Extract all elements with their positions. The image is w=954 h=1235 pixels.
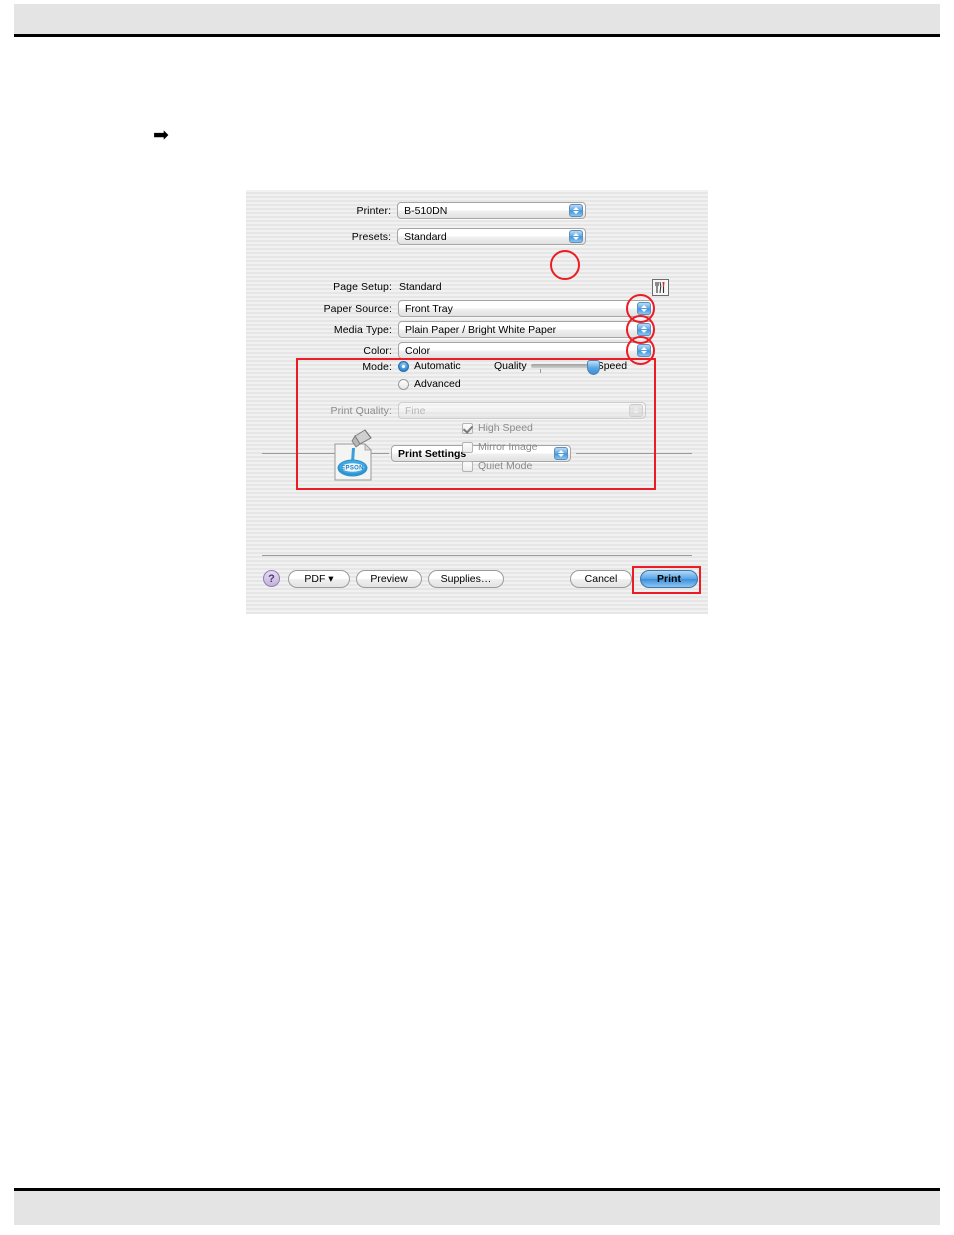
print-button[interactable]: Print xyxy=(640,570,698,588)
printer-row: Printer: B-510DN xyxy=(246,202,586,219)
mode-row: Mode: xyxy=(246,361,406,373)
printer-utility-glyph xyxy=(655,281,665,294)
pdf-button-label: PDF ▾ xyxy=(304,573,334,585)
arrow-bullet-icon: ➡ xyxy=(153,125,169,146)
slider-speed-label: Speed xyxy=(596,360,628,372)
print-quality-popup-arrows-icon[interactable] xyxy=(629,404,643,417)
media-type-row: Media Type: Plain Paper / Bright White P… xyxy=(246,321,656,338)
quiet-mode-checkbox[interactable] xyxy=(462,460,473,472)
print-quality-row: Print Quality: Fine xyxy=(246,402,656,419)
mode-label: Mode: xyxy=(362,361,392,373)
epson-ink-icon: EPSON xyxy=(325,428,381,483)
mode-advanced-option[interactable]: Advanced xyxy=(398,378,461,390)
presets-row: Presets: Standard xyxy=(246,228,586,245)
high-speed-label: High Speed xyxy=(478,422,533,434)
color-row: Color: Color xyxy=(246,342,656,359)
mirror-image-checkbox[interactable] xyxy=(462,441,473,453)
pane-popup-arrows-icon[interactable] xyxy=(554,447,568,460)
print-quality-value: Fine xyxy=(405,404,426,417)
epson-ink-glyph: EPSON xyxy=(334,429,372,481)
slider-quality-label: Quality xyxy=(494,360,527,372)
color-popup[interactable]: Color xyxy=(398,342,654,359)
page-setup-row: Page Setup: Standard xyxy=(246,281,586,293)
help-button[interactable]: ? xyxy=(263,570,280,587)
paper-source-label: Paper Source: xyxy=(323,302,392,315)
svg-text:EPSON: EPSON xyxy=(341,466,364,472)
high-speed-checkbox[interactable] xyxy=(462,422,473,434)
cancel-button-label: Cancel xyxy=(584,573,618,585)
pdf-button[interactable]: PDF ▾ xyxy=(288,570,350,588)
media-type-value: Plain Paper / Bright White Paper xyxy=(405,323,557,336)
mode-advanced-label: Advanced xyxy=(414,378,461,390)
print-quality-label: Print Quality: xyxy=(330,404,392,417)
slider-tick xyxy=(539,369,541,373)
quality-speed-slider[interactable]: Quality Speed xyxy=(494,360,628,375)
supplies-button[interactable]: Supplies… xyxy=(428,570,504,588)
page-footer-band xyxy=(14,1188,940,1225)
printer-popup-arrows-icon[interactable] xyxy=(569,204,583,217)
high-speed-checkbox-row[interactable]: High Speed xyxy=(462,422,533,434)
supplies-button-label: Supplies… xyxy=(440,573,492,585)
media-type-popup-arrows-icon[interactable] xyxy=(637,323,651,336)
footer-separator xyxy=(262,555,692,556)
paper-source-popup[interactable]: Front Tray xyxy=(398,300,654,317)
paper-source-row: Paper Source: Front Tray xyxy=(246,300,656,317)
page-setup-value: Standard xyxy=(399,281,442,293)
preview-button-label: Preview xyxy=(370,573,408,585)
paper-source-popup-arrows-icon[interactable] xyxy=(637,302,651,315)
paper-source-value: Front Tray xyxy=(405,302,453,315)
color-popup-arrows-icon[interactable] xyxy=(637,344,651,357)
slider-track[interactable] xyxy=(530,360,600,375)
printer-label: Printer: xyxy=(356,204,392,217)
cancel-button[interactable]: Cancel xyxy=(570,570,632,588)
mirror-image-label: Mirror Image xyxy=(478,441,538,453)
printer-value: B-510DN xyxy=(404,204,448,217)
mirror-image-checkbox-row[interactable]: Mirror Image xyxy=(462,441,538,453)
printer-popup[interactable]: B-510DN xyxy=(397,202,586,219)
quiet-mode-checkbox-row[interactable]: Quiet Mode xyxy=(462,460,532,472)
color-value: Color xyxy=(405,344,431,357)
mode-advanced-radio[interactable] xyxy=(398,378,409,390)
mode-automatic-radio[interactable] xyxy=(398,360,409,372)
media-type-label: Media Type: xyxy=(333,323,392,336)
page-setup-label: Page Setup: xyxy=(333,281,392,293)
mode-automatic-option[interactable]: Automatic xyxy=(398,360,461,372)
printer-utility-icon[interactable] xyxy=(652,279,669,296)
preview-button[interactable]: Preview xyxy=(356,570,422,588)
pane-separator-right xyxy=(576,453,692,454)
pane-value: Print Settings xyxy=(398,447,467,460)
presets-popup[interactable]: Standard xyxy=(397,228,586,245)
print-quality-popup[interactable]: Fine xyxy=(398,402,646,419)
presets-popup-arrows-icon[interactable] xyxy=(569,230,583,243)
color-label: Color: xyxy=(363,344,392,357)
print-button-label: Print xyxy=(657,573,681,585)
presets-label: Presets: xyxy=(351,230,392,243)
page-header-band xyxy=(14,4,940,37)
presets-value: Standard xyxy=(404,230,447,243)
slider-thumb[interactable] xyxy=(586,360,600,375)
print-dialog: Printer: B-510DN Presets: Standard Print… xyxy=(246,190,708,614)
quiet-mode-label: Quiet Mode xyxy=(478,460,533,472)
help-button-label: ? xyxy=(268,572,275,585)
mode-automatic-label: Automatic xyxy=(414,360,461,372)
media-type-popup[interactable]: Plain Paper / Bright White Paper xyxy=(398,321,654,338)
